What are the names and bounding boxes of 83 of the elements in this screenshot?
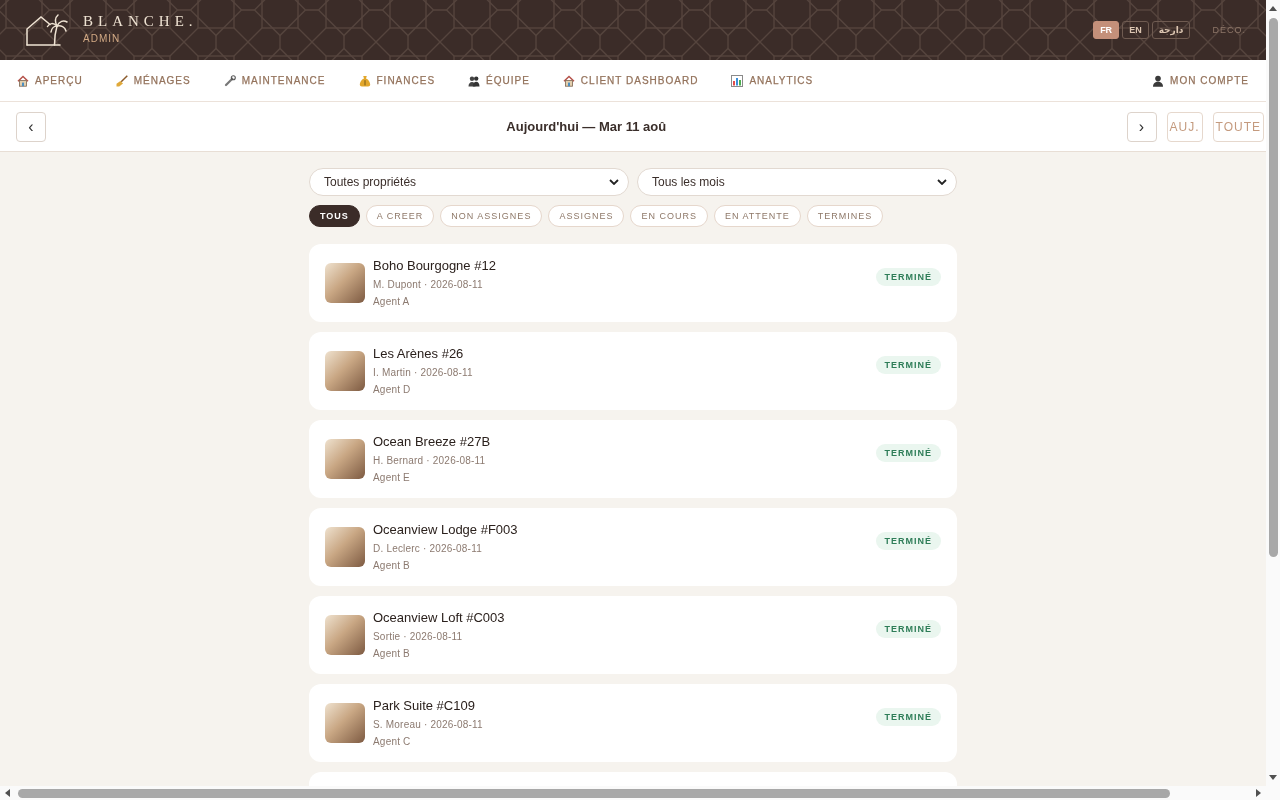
status-filter-tab[interactable]: NON ASSIGNES xyxy=(440,205,543,227)
date-title: Aujourd'hui — Mar 11 aoû xyxy=(505,119,668,134)
status-filter-tab[interactable]: EN COURS xyxy=(630,205,708,227)
people-icon xyxy=(468,74,481,87)
property-name: Les Arènes #26 xyxy=(373,346,465,362)
status-badge: TERMINÉ xyxy=(875,356,941,374)
nav-link[interactable]: MÉNAGES xyxy=(115,74,191,87)
scroll-left-icon[interactable] xyxy=(5,789,10,797)
person-icon xyxy=(1152,74,1165,87)
scrollbar-thumb[interactable] xyxy=(1268,18,1278,557)
photo-placeholder xyxy=(325,351,365,391)
property-name: Oceanview Loft #C003 xyxy=(373,610,505,626)
agent-name: Agent B xyxy=(373,647,411,660)
house-palm-logo-icon xyxy=(24,14,68,46)
filter-dropdown[interactable]: Toutes propriétés xyxy=(309,168,629,196)
property-name: Ocean Breeze #27B xyxy=(373,434,491,450)
house-icon xyxy=(562,74,575,87)
language-button[interactable]: FR xyxy=(1093,21,1120,39)
nav-link[interactable]: MON COMPTE xyxy=(1152,74,1249,87)
language-button[interactable]: EN xyxy=(1122,21,1149,39)
scroll-up-icon[interactable] xyxy=(1269,6,1277,11)
logout-button[interactable]: DÉCO. xyxy=(1212,25,1246,35)
broom-icon xyxy=(115,74,128,87)
status-filter-tab[interactable]: EN ATTENTE xyxy=(713,205,801,227)
brand-name: BLANCHE. xyxy=(83,13,198,30)
photo-placeholder xyxy=(325,527,365,567)
agent-name: Agent C xyxy=(373,735,412,748)
property-name: Park Suite #C109 xyxy=(373,698,476,714)
job-card[interactable]: Ocean Breeze #27B H. Bernard · 2026-08-11 Agent E TERMINÉ xyxy=(309,420,957,498)
status-badge: TERMINÉ xyxy=(875,268,941,286)
status-filter-tab[interactable]: TOUS xyxy=(309,205,360,227)
status-badge: TERMINÉ xyxy=(875,444,941,462)
horizontal-scrollbar[interactable] xyxy=(0,786,1280,800)
house-icon xyxy=(17,74,29,87)
filter-dropdown[interactable]: Tous les mois xyxy=(637,168,957,196)
photo-placeholder xyxy=(325,703,365,743)
guest-date-text: I. Martin · 2026-08-11 xyxy=(373,366,473,379)
nav-link[interactable]: FINANCES xyxy=(358,74,436,87)
photo-placeholder xyxy=(325,615,365,655)
guest-date-text: D. Leclerc · 2026-08-11 xyxy=(373,542,483,555)
photo-placeholder xyxy=(325,439,365,479)
guest-date-text: H. Bernard · 2026-08-11 xyxy=(373,454,487,467)
previous-day-button[interactable]: ‹ xyxy=(16,111,46,142)
status-badge: TERMINÉ xyxy=(875,532,941,550)
status-filter-tab[interactable]: ASSIGNES xyxy=(548,205,625,227)
nav-link[interactable]: ANALYTICS xyxy=(731,74,814,87)
bar-chart-icon xyxy=(731,74,744,87)
agent-name: Agent D xyxy=(373,383,412,396)
status-badge: TERMINÉ xyxy=(875,620,941,638)
job-card[interactable]: Oceanview Loft #C003 Sortie · 2026-08-11 Agent B TERMINÉ xyxy=(309,596,957,674)
status-filter-tab[interactable]: TERMINES xyxy=(806,205,884,227)
next-day-button[interactable]: › xyxy=(1126,111,1157,142)
guest-date-text: M. Dupont · 2026-08-11 xyxy=(373,278,484,291)
agent-name: Agent E xyxy=(373,471,411,484)
guest-date-text: Sortie · 2026-08-11 xyxy=(373,630,464,643)
status-badge: TERMINÉ xyxy=(875,708,941,726)
today-button[interactable]: AUJ. xyxy=(1166,111,1203,142)
job-card[interactable]: Oceanview Lodge #F003 D. Leclerc · 2026-08-11 Agent B TERMINÉ xyxy=(309,508,957,586)
property-name: Oceanview Lodge #F003 xyxy=(373,522,518,538)
nav-link[interactable]: APERÇU xyxy=(17,74,83,87)
job-card[interactable]: Les Arènes #26 I. Martin · 2026-08-11 Agent D TERMINÉ xyxy=(309,332,957,410)
chevron-down-icon xyxy=(609,179,619,185)
guest-date-text: S. Moreau · 2026-08-11 xyxy=(373,718,483,731)
scrollbar-thumb[interactable] xyxy=(18,788,1170,798)
agent-name: Agent B xyxy=(373,559,411,572)
agent-name: Agent A xyxy=(373,295,411,308)
job-card[interactable]: Park Suite #C109 S. Moreau · 2026-08-11 Agent C TERMINÉ xyxy=(309,684,957,762)
nav-link[interactable]: CLIENT DASHBOARD xyxy=(562,74,699,87)
photo-placeholder xyxy=(325,263,365,303)
chevron-down-icon xyxy=(937,179,947,185)
status-filter-tab[interactable]: A CREER xyxy=(365,205,435,227)
property-name: Boho Bourgogne #12 xyxy=(373,258,496,274)
nav-link[interactable]: ÉQUIPE xyxy=(468,74,530,87)
vertical-scrollbar[interactable] xyxy=(1266,0,1280,786)
scroll-right-icon[interactable] xyxy=(1256,789,1261,797)
money-bag-icon xyxy=(358,74,371,87)
wrench-icon xyxy=(223,74,236,87)
job-card[interactable]: Boho Bourgogne #12 M. Dupont · 2026-08-11 Agent A TERMINÉ xyxy=(309,244,957,322)
show-all-button[interactable]: TOUTE xyxy=(1212,111,1264,142)
scroll-down-icon[interactable] xyxy=(1269,775,1277,780)
nav-link[interactable]: MAINTENANCE xyxy=(223,74,326,87)
brand-subtitle: ADMIN xyxy=(83,33,122,45)
language-button[interactable]: دارجة xyxy=(1151,21,1191,39)
